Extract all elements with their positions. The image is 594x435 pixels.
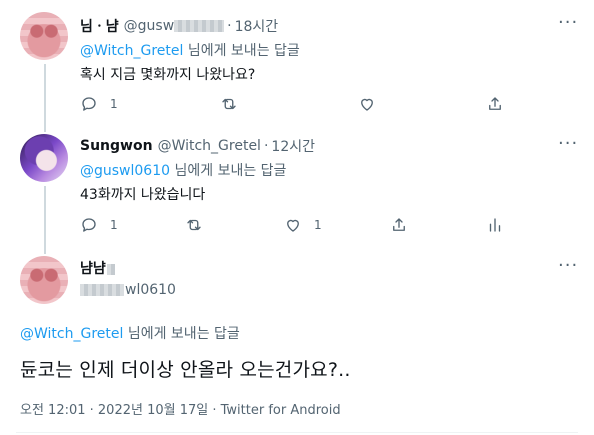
reply-button[interactable]: 1 xyxy=(80,95,118,113)
reply-to-link[interactable]: @Witch_Gretel xyxy=(80,43,183,59)
reply-count: 1 xyxy=(110,97,118,111)
like-icon xyxy=(361,98,373,111)
avatar[interactable] xyxy=(20,12,68,60)
reply-to-line: @Witch_Gretel 님에게 보내는 답글 xyxy=(80,40,300,60)
redacted-handle xyxy=(174,20,225,32)
tweet-header: Sungwon @Witch_Gretel · 12시간 xyxy=(80,136,315,156)
analytics-button[interactable] xyxy=(486,216,504,234)
share-button[interactable] xyxy=(486,95,504,113)
like-button[interactable]: 1 xyxy=(284,216,322,234)
display-name[interactable]: 님ㆍ냠 xyxy=(80,16,119,36)
retweet-button[interactable] xyxy=(185,216,203,234)
like-button[interactable] xyxy=(358,95,388,113)
user-handle[interactable]: @gusw xyxy=(124,18,225,34)
reply-to-line: @guswl0610 님에게 보내는 답글 xyxy=(80,160,286,180)
reply-to-suffix: 님에게 보내는 답글 xyxy=(123,326,240,342)
more-icon[interactable]: ··· xyxy=(558,257,577,280)
reply-to-link[interactable]: @guswl0610 xyxy=(80,163,170,179)
tweet-text: 듄코는 인제 더이상 안올라 오는건가요?.. xyxy=(20,359,351,381)
redacted-name xyxy=(106,263,115,275)
action-bar: 1 xyxy=(80,95,520,115)
user-handle[interactable]: @Witch_Gretel xyxy=(158,138,261,154)
like-count: 1 xyxy=(314,218,322,232)
reply-button[interactable]: 1 xyxy=(80,216,118,234)
thread-line xyxy=(44,64,46,122)
share-button[interactable] xyxy=(390,216,408,234)
reply-to-link[interactable]: @Witch_Gretel xyxy=(20,326,123,342)
more-icon[interactable]: ··· xyxy=(558,135,577,158)
share-icon xyxy=(393,218,405,231)
retweet-button[interactable] xyxy=(220,95,238,113)
tweet-header: 님ㆍ냠 @gusw · 18시간 xyxy=(80,16,278,36)
tweet-1[interactable]: 님ㆍ냠 @gusw · 18시간 ··· @Witch_Gretel 님에게 보… xyxy=(0,0,594,122)
analytics-icon xyxy=(489,218,501,232)
share-icon xyxy=(489,97,501,110)
reply-count: 1 xyxy=(110,218,118,232)
tweet-text: 43화까지 나왔습니다 xyxy=(80,187,206,203)
tweet-2[interactable]: Sungwon @Witch_Gretel · 12시간 ··· @guswl0… xyxy=(0,122,594,242)
timestamp[interactable]: 18시간 xyxy=(235,16,279,36)
divider xyxy=(16,432,578,433)
avatar[interactable] xyxy=(20,134,68,182)
avatar[interactable] xyxy=(20,256,68,304)
thread-line xyxy=(44,186,46,242)
reply-to-line: @Witch_Gretel 님에게 보내는 답글 xyxy=(20,323,240,343)
action-bar: 1 1 xyxy=(80,216,520,236)
tweet-text: 혹시 지금 몇화까지 나왔나요? xyxy=(80,67,256,83)
retweet-icon xyxy=(187,219,201,231)
like-icon xyxy=(287,219,299,232)
tweet-meta[interactable]: 오전 12:01 · 2022년 10월 17일 · Twitter for A… xyxy=(20,399,341,418)
reply-icon xyxy=(82,97,96,111)
thread-line xyxy=(44,122,46,132)
reply-to-suffix: 님에게 보내는 답글 xyxy=(183,43,300,59)
display-name[interactable]: 냠냠 xyxy=(80,258,115,278)
thread-line xyxy=(44,240,46,254)
retweet-icon xyxy=(222,98,236,110)
user-handle[interactable]: wl0610 xyxy=(80,282,176,298)
separator: · xyxy=(227,18,232,34)
reply-to-suffix: 님에게 보내는 답글 xyxy=(170,163,287,179)
display-name[interactable]: Sungwon xyxy=(80,138,153,154)
redacted-handle xyxy=(80,284,124,296)
reply-icon xyxy=(82,218,96,232)
more-icon[interactable]: ··· xyxy=(558,14,577,37)
separator: · xyxy=(263,138,269,154)
timestamp[interactable]: 12시간 xyxy=(271,136,315,156)
